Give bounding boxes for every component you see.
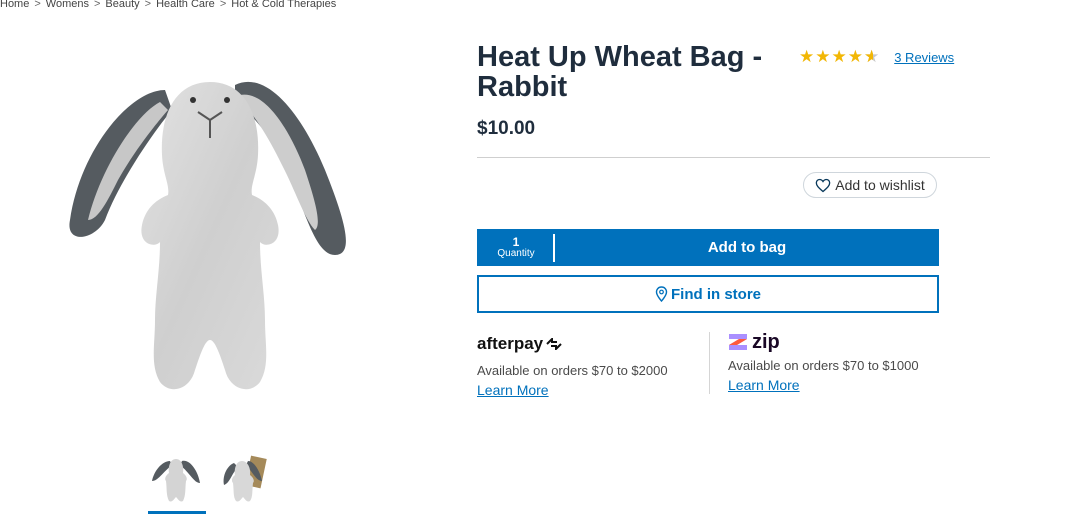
afterpay-logo-text: afterpay	[477, 334, 544, 353]
zip-section: zip Available on orders $70 to $1000 Lea…	[728, 330, 943, 395]
zip-logo: zip	[728, 330, 943, 354]
heart-outline-icon	[815, 178, 831, 192]
thumbnail-1[interactable]	[148, 455, 206, 514]
zip-logo-icon	[729, 334, 747, 350]
divider	[477, 157, 990, 158]
add-to-wishlist-button[interactable]: Add to wishlist	[803, 172, 937, 198]
location-pin-icon	[655, 286, 668, 302]
breadcrumb-separator: >	[93, 0, 101, 10]
breadcrumb-womens[interactable]: Womens	[46, 0, 89, 10]
quantity-selector[interactable]: 1 Quantity	[477, 229, 555, 266]
thumbnail-2[interactable]	[218, 455, 274, 511]
wishlist-label: Add to wishlist	[835, 177, 925, 193]
breadcrumb-health-care[interactable]: Health Care	[156, 0, 215, 10]
zip-logo-text: zip	[752, 330, 780, 353]
breadcrumb-hot-cold-therapies[interactable]: Hot & Cold Therapies	[231, 0, 336, 10]
product-price: $10.00	[477, 118, 536, 139]
afterpay-logo: afterpay	[477, 332, 692, 356]
add-to-bag-button[interactable]: Add to bag	[555, 239, 939, 256]
breadcrumb-separator: >	[34, 0, 41, 10]
breadcrumb-separator: >	[219, 0, 227, 10]
breadcrumb-beauty[interactable]: Beauty	[105, 0, 139, 10]
rabbit-packaged-thumbnail-image	[223, 455, 267, 502]
star-rating-icon: ★★★★★ ★	[799, 47, 881, 66]
rabbit-thumbnail-image	[152, 459, 200, 502]
breadcrumb-separator: >	[144, 0, 152, 10]
afterpay-learn-more-link[interactable]: Learn More	[477, 382, 549, 398]
product-main-image[interactable]	[60, 70, 360, 400]
rabbit-image	[69, 81, 346, 390]
zip-learn-more-link[interactable]: Learn More	[728, 377, 800, 393]
payment-divider	[709, 332, 710, 394]
product-title: Heat Up Wheat Bag - Rabbit	[477, 41, 763, 103]
afterpay-arrows-icon	[546, 338, 562, 350]
afterpay-section: afterpay Available on orders $70 to $200…	[477, 332, 692, 400]
quantity-value: 1	[512, 235, 520, 249]
breadcrumb-home[interactable]: Home	[0, 0, 29, 10]
quantity-label: Quantity	[497, 248, 535, 259]
add-to-bag-bar: 1 Quantity Add to bag	[477, 229, 939, 266]
find-in-store-button[interactable]: Find in store	[477, 275, 939, 313]
find-in-store-label: Find in store	[671, 285, 761, 303]
zip-text: Available on orders $70 to $1000	[728, 358, 919, 373]
afterpay-text: Available on orders $70 to $2000	[477, 363, 668, 378]
breadcrumb: Home > Womens > Beauty > Health Care > Hot & Col…	[0, 0, 336, 10]
product-rating: ★★★★★ ★ 3 Reviews	[799, 47, 954, 67]
reviews-link[interactable]: 3 Reviews	[894, 50, 954, 65]
